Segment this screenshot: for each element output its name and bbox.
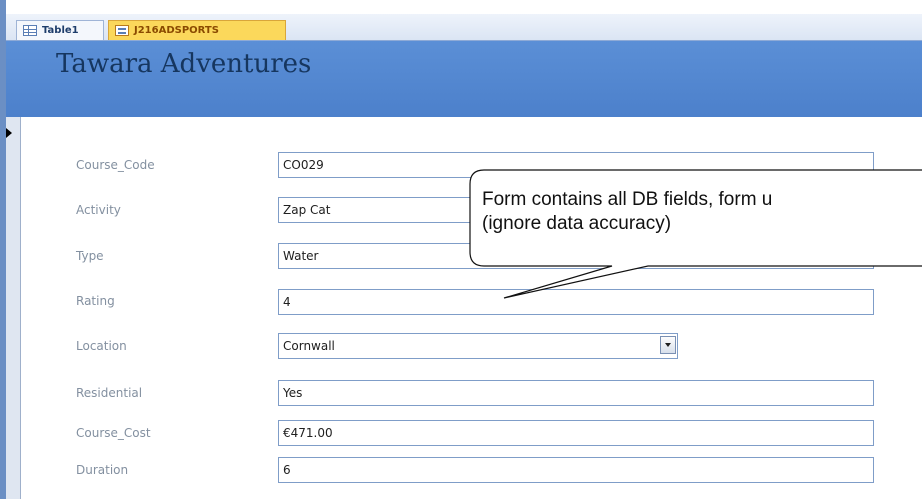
callout-line-2: (ignore data accuracy) bbox=[482, 213, 672, 234]
callout-bubble bbox=[469, 169, 922, 299]
callout-line-1: Form contains all DB fields, form u bbox=[482, 189, 773, 210]
callout-text: Form contains all DB fields, form u (ign… bbox=[482, 188, 922, 236]
